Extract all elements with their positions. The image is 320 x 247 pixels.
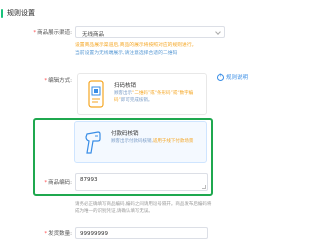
option-title-paycode: 付款码核销 bbox=[111, 131, 139, 137]
product-code-label: *商品编码: bbox=[44, 180, 72, 186]
option-card-paycode[interactable]: 付款码核销 顾客出示付款码核销,适用于线下付款场景 bbox=[74, 121, 207, 163]
phone-qr-icon bbox=[88, 80, 104, 108]
scanner-gun-icon bbox=[85, 131, 101, 154]
stock-label: *发货数量: bbox=[44, 231, 72, 237]
stock-input[interactable]: 99999999 bbox=[75, 227, 208, 239]
stock-value: 99999999 bbox=[80, 230, 108, 237]
display-type-value: 无线商品 bbox=[82, 31, 105, 38]
option-title-scan: 扫码核销 bbox=[114, 83, 137, 89]
section-header: 规则设置 bbox=[0, 7, 35, 19]
option-desc-paycode: 顾客出示付款码核销,适用于线下付款场景 bbox=[111, 139, 194, 144]
display-type-hint-1: 设置商品展示渠道后,商品的展示将按照对应的规则进行。 bbox=[75, 43, 197, 48]
option-desc-scan: 顾客出示“二维码”或“条形码”或“数字编码”即可完成核销。 bbox=[114, 91, 194, 103]
product-code-value: 87993 bbox=[80, 177, 98, 183]
section-accent-bar bbox=[1, 8, 3, 18]
display-type-select[interactable]: 无线商品 bbox=[75, 26, 225, 38]
match-method-label: *编辑方式: bbox=[44, 78, 72, 84]
rules-help-link[interactable]: ? 规则说明 bbox=[217, 73, 248, 81]
chevron-down-icon bbox=[215, 29, 221, 35]
display-type-label: *商品展示渠道: bbox=[33, 30, 72, 36]
product-code-input[interactable]: 87993 bbox=[75, 173, 208, 191]
question-icon: ? bbox=[217, 73, 224, 81]
option-card-scan[interactable]: 扫码核销 顾客出示“二维码”或“条形码”或“数字编码”即可完成核销。 bbox=[77, 73, 207, 115]
product-code-tip: 请务必正确填写商品编码,编码之间请用逗号隔开。商品发布后编码将成为唯一的识别凭证… bbox=[75, 202, 212, 214]
section-title: 规则设置 bbox=[7, 9, 35, 17]
resize-handle-icon[interactable] bbox=[202, 185, 206, 189]
display-type-hint-2: 当前设置为无线端展示,请注意选择合适的二维码 bbox=[75, 51, 178, 56]
